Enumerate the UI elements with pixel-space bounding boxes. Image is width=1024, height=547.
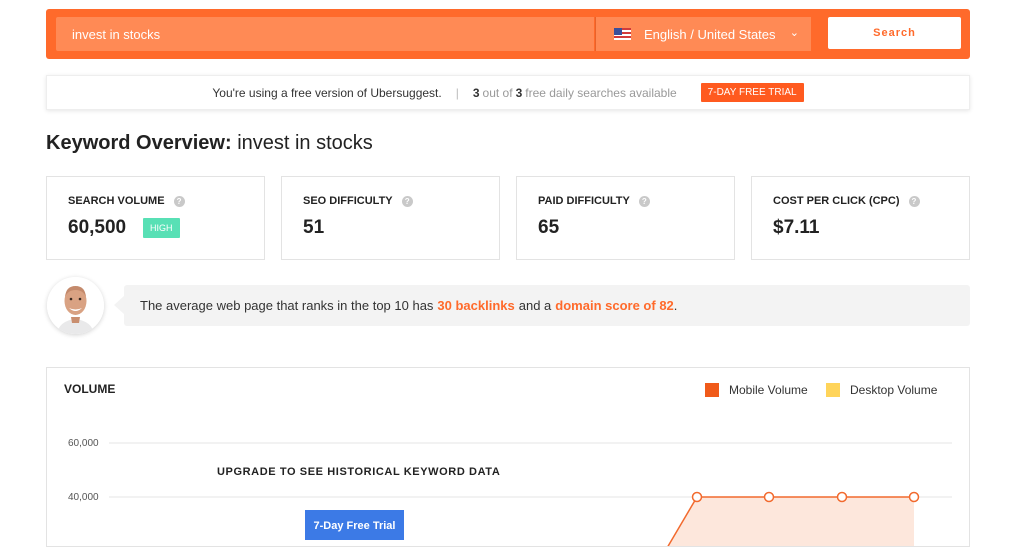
cpc-value: $7.11 [773,217,820,238]
searches-used: 3 [472,85,480,100]
free-trial-chart-button[interactable]: 7-Day Free Trial [305,510,404,540]
page-title-keyword: invest in stocks [237,132,373,154]
search-bar: English / United States ⌄ Search [46,9,970,59]
help-icon[interactable]: ? [401,195,413,207]
divider: | [455,85,459,100]
language-label: English / United States [644,26,776,42]
free-version-notice: You're using a free version of Ubersugge… [46,75,970,110]
y-tick-label: 40,000 [68,492,99,503]
mobile-volume-area [668,497,914,546]
search-button[interactable]: Search [828,17,961,49]
seo-difficulty-value: 51 [303,217,325,238]
search-input[interactable] [56,17,594,51]
volume-chart: 60,000 40,000 [68,438,952,546]
paid-difficulty-value: 65 [538,217,560,238]
page-title-prefix: Keyword Overview: [46,132,232,154]
cpc-label: COST PER CLICK (CPC) [773,195,900,207]
seo-difficulty-card: SEO DIFFICULTY? 51 [281,176,500,260]
language-select[interactable]: English / United States ⌄ [595,17,811,51]
backlinks-count: 30 backlinks [437,298,515,313]
volume-level-badge: HIGH [143,218,180,238]
help-icon[interactable]: ? [173,195,185,207]
mobile-volume-point[interactable] [691,491,703,503]
searches-available-text: free daily searches available [525,85,677,100]
page-title: Keyword Overview: invest in stocks [46,132,373,155]
tip-text-3: . [673,298,678,313]
search-volume-card: SEARCH VOLUME? 60,500 HIGH [46,176,265,260]
out-of-text: out of [482,85,513,100]
help-icon[interactable]: ? [908,195,920,207]
volume-chart-card: VOLUME Mobile Volume Desktop Volume 60,0… [46,367,970,547]
tip-text-1: The average web page that ranks in the t… [140,298,434,313]
mobile-volume-point[interactable] [908,491,920,503]
avatar [47,277,104,334]
searches-total: 3 [515,85,523,100]
us-flag-icon [614,28,631,40]
y-tick-label: 60,000 [68,438,99,449]
mobile-volume-point[interactable] [836,491,848,503]
help-icon[interactable]: ? [638,195,650,207]
chevron-down-icon: ⌄ [789,27,799,39]
free-trial-button[interactable]: 7-DAY FREE TRIAL [700,83,804,102]
domain-score: domain score of 82 [555,298,674,313]
backlinks-tip: The average web page that ranks in the t… [114,285,970,326]
seo-difficulty-label: SEO DIFFICULTY [303,195,393,207]
search-volume-label: SEARCH VOLUME [68,195,165,207]
search-volume-value: 60,500 [68,217,127,238]
paid-difficulty-label: PAID DIFFICULTY [538,195,630,207]
mobile-volume-point[interactable] [763,491,775,503]
free-version-text: You're using a free version of Ubersugge… [212,85,442,100]
upgrade-message: UPGRADE TO SEE HISTORICAL KEYWORD DATA [217,466,501,478]
paid-difficulty-card: PAID DIFFICULTY? 65 [516,176,735,260]
cpc-card: COST PER CLICK (CPC)? $7.11 [751,176,970,260]
tip-text-2: and a [518,298,552,313]
